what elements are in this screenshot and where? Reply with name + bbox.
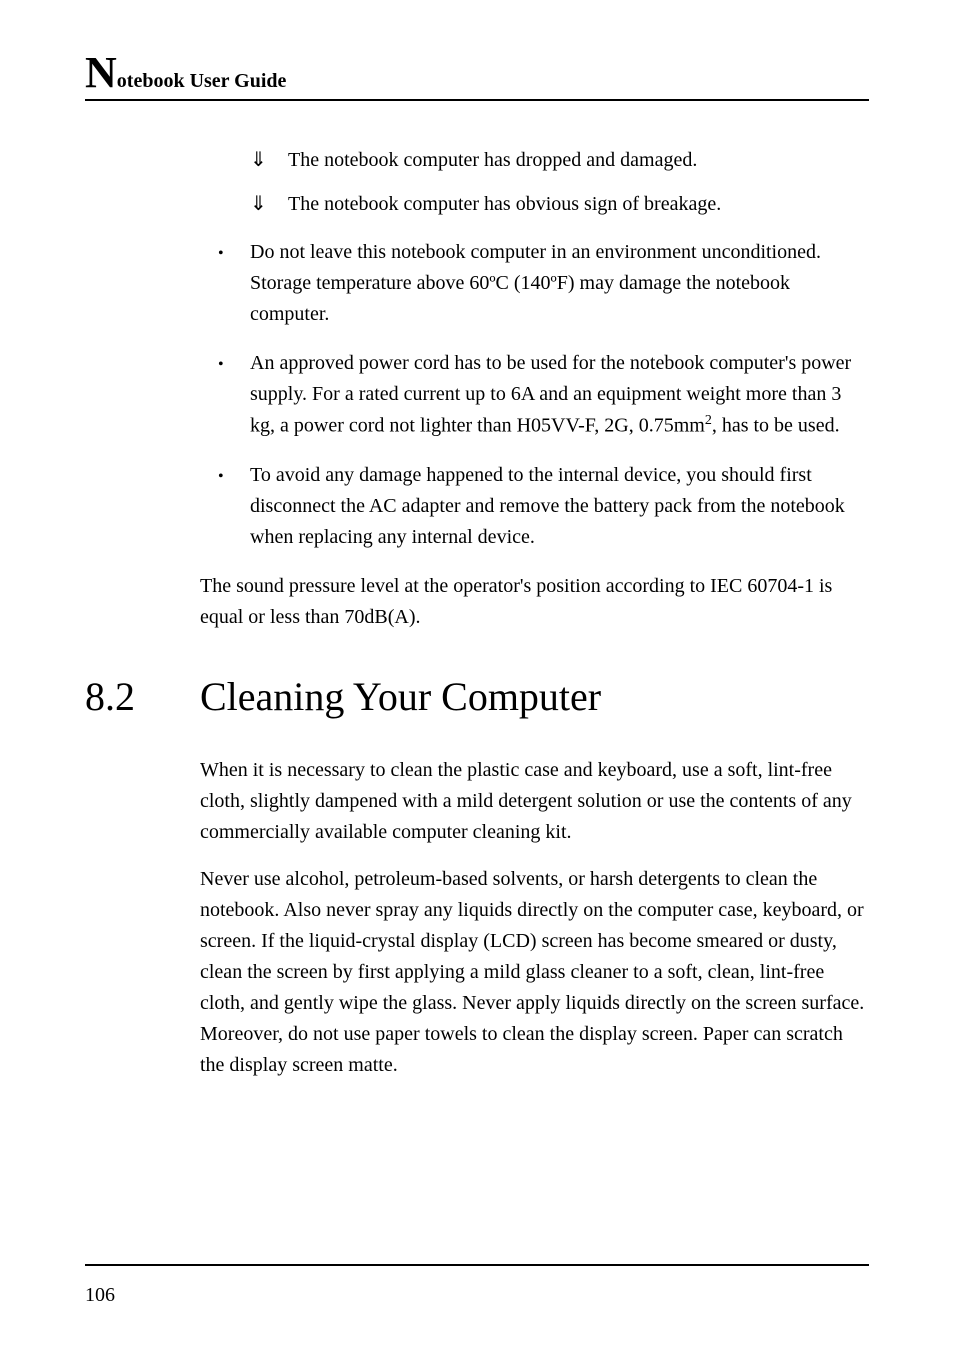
bullet-text: Do not leave this notebook computer in a…	[250, 237, 869, 330]
bullet-dot-icon: •	[218, 348, 250, 442]
section-number: 8.2	[85, 673, 200, 720]
bullet-text: An approved power cord has to be used fo…	[250, 348, 869, 442]
paragraph: The sound pressure level at the operator…	[200, 571, 869, 633]
main-content: ⇓ The notebook computer has dropped and …	[200, 146, 869, 1081]
down-arrow-icon: ⇓	[250, 146, 288, 175]
section-heading: 8.2 Cleaning Your Computer	[85, 673, 869, 720]
sub-bullet-item: ⇓ The notebook computer has dropped and …	[200, 146, 869, 175]
header-dropcap: N	[85, 48, 117, 97]
down-arrow-icon: ⇓	[250, 190, 288, 219]
bullet-item: • An approved power cord has to be used …	[200, 348, 869, 442]
bullet-item: • Do not leave this notebook computer in…	[200, 237, 869, 330]
bullet-dot-icon: •	[218, 237, 250, 330]
header-rest: otebook User Guide	[117, 70, 287, 92]
page-header: Notebook User Guide	[85, 70, 869, 101]
paragraph: When it is necessary to clean the plasti…	[200, 755, 869, 848]
section-title: Cleaning Your Computer	[200, 673, 601, 720]
bullet-item: • To avoid any damage happened to the in…	[200, 460, 869, 553]
paragraph: Never use alcohol, petroleum-based solve…	[200, 864, 869, 1081]
sub-bullet-text: The notebook computer has obvious sign o…	[288, 190, 721, 219]
page-footer: 106	[85, 1264, 869, 1307]
bullet-dot-icon: •	[218, 460, 250, 553]
bullet-text: To avoid any damage happened to the inte…	[250, 460, 869, 553]
footer-divider	[85, 1264, 869, 1266]
page-number: 106	[85, 1284, 869, 1307]
sub-bullet-text: The notebook computer has dropped and da…	[288, 146, 697, 175]
sub-bullet-item: ⇓ The notebook computer has obvious sign…	[200, 190, 869, 219]
